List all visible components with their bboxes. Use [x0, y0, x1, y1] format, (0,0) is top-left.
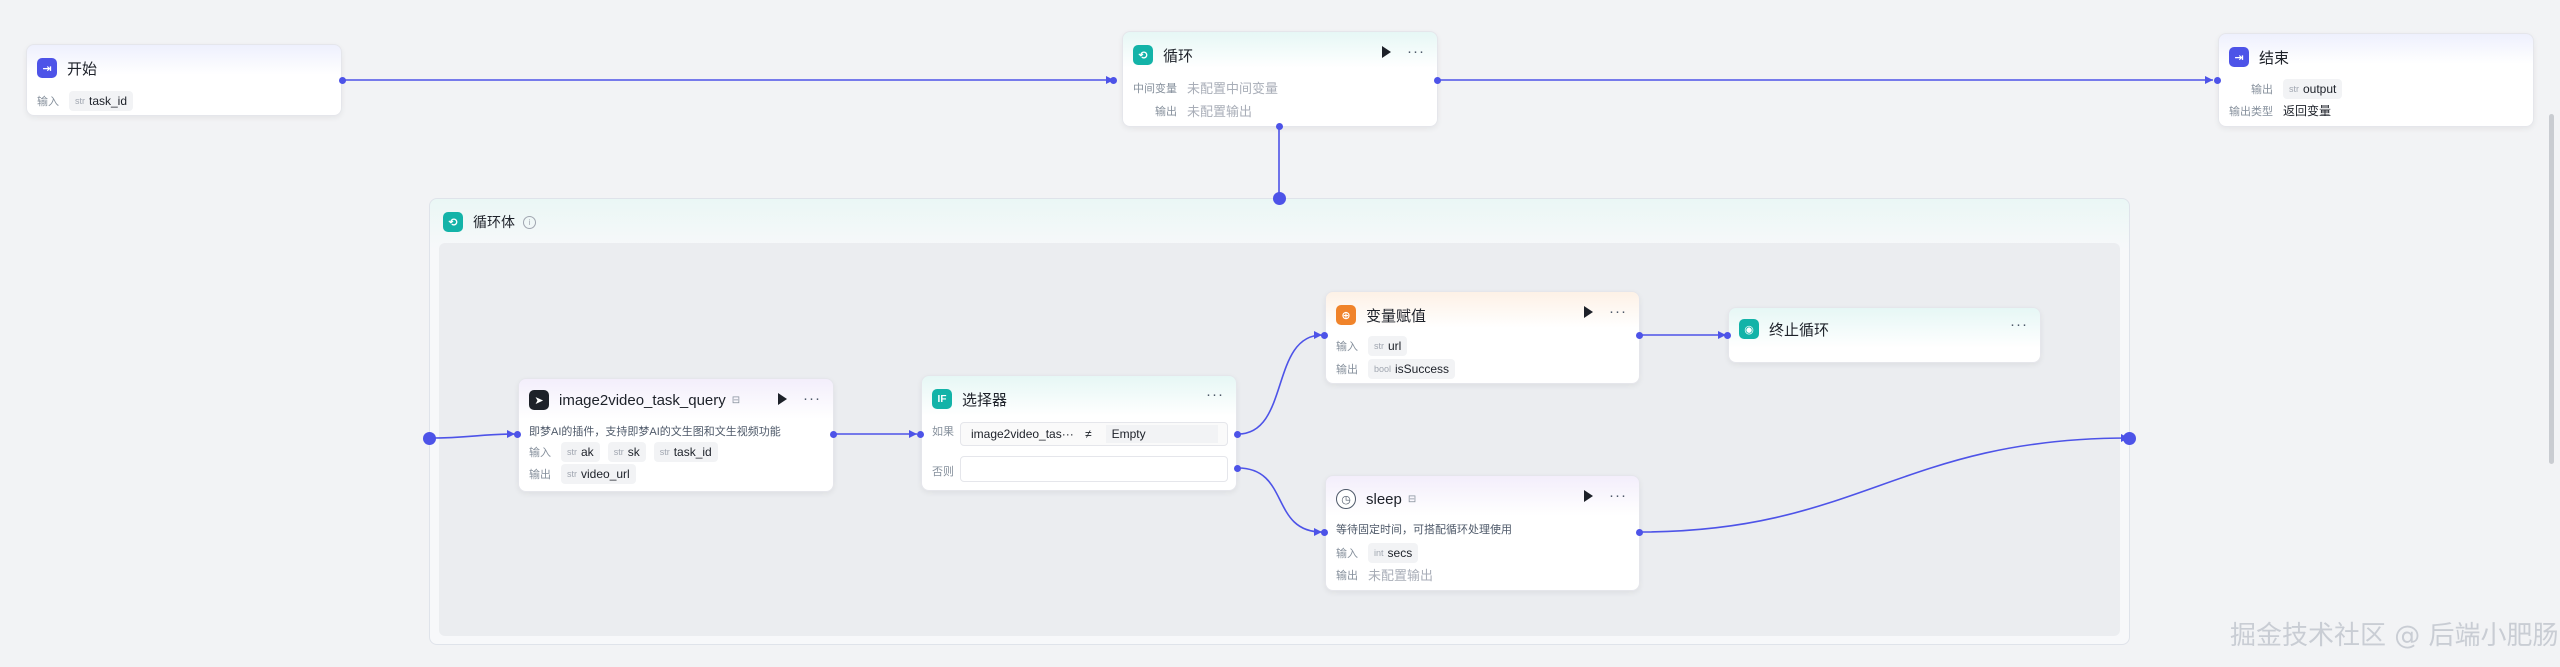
loop-output-label: 输出	[1155, 105, 1177, 118]
param-tag: str ak	[561, 442, 600, 462]
clock-icon: ◷	[1336, 489, 1356, 509]
watermark: 掘金技术社区 @ 后端小肥肠	[2230, 621, 2559, 651]
more-icon[interactable]: ···	[1407, 44, 1425, 59]
end-type-value: 返回变量	[2283, 104, 2332, 118]
param-tag: str url	[1368, 336, 1408, 356]
more-icon[interactable]: ···	[2010, 317, 2028, 332]
plugin-node[interactable]: ➤ image2video_task_query ⊟ ··· 即梦AI的插件，支…	[518, 378, 834, 492]
end-title: 结束	[2259, 49, 2290, 67]
param-tag: str sk	[607, 442, 646, 462]
sleep-output-value: 未配置输出	[1368, 568, 1434, 583]
scrollbar[interactable]	[2549, 114, 2554, 464]
arrowhead	[2205, 76, 2213, 84]
assign-node[interactable]: ⊕ 变量赋值 ··· 输入 str url 输出 bool isSuccess	[1325, 291, 1640, 384]
loop-body-entry-port[interactable]	[1273, 192, 1286, 205]
condition-left: image2video_tas···	[971, 427, 1074, 441]
more-icon[interactable]: ···	[803, 391, 821, 406]
plugin-title: image2video_task_query	[559, 391, 726, 409]
loop-node[interactable]: ⟲ 循环 ··· 中间变量 未配置中间变量 输出 未配置输出	[1122, 31, 1438, 127]
end-input-port[interactable]	[2214, 77, 2221, 84]
loop-var-value: 未配置中间变量	[1187, 81, 1279, 96]
sleep-desc: 等待固定时间，可搭配循环处理使用	[1336, 524, 1512, 536]
start-node[interactable]: ⇥ 开始 输入 str task_id	[26, 44, 342, 116]
run-icon[interactable]	[1584, 306, 1593, 318]
plugin-input-port[interactable]	[514, 431, 521, 438]
assign-title: 变量赋值	[1366, 307, 1427, 325]
run-icon[interactable]	[1584, 490, 1593, 502]
param-tag: int secs	[1368, 543, 1419, 563]
plugin-desc: 即梦AI的插件，支持即梦AI的文生图和文生视频功能	[529, 426, 781, 438]
start-input-label: 输入	[37, 96, 59, 108]
loop-input-port[interactable]	[1110, 77, 1117, 84]
version-icon[interactable]: ⊟	[1408, 494, 1416, 505]
loop-icon: ⟲	[1133, 45, 1153, 65]
param-tag: str video_url	[561, 464, 636, 484]
loop-body-left-port[interactable]	[423, 432, 436, 445]
end-type-label: 输出类型	[2229, 105, 2273, 118]
param-tag: str task_id	[69, 91, 134, 111]
condition-right: Empty	[1105, 425, 1218, 443]
condition-row[interactable]: image2video_tas··· ≠ Empty	[960, 422, 1228, 446]
assign-output-port[interactable]	[1636, 332, 1643, 339]
loop-body-icon: ⟲	[443, 212, 463, 232]
loop-output-value: 未配置输出	[1187, 104, 1253, 119]
sleep-title: sleep	[1366, 490, 1402, 508]
end-output-label: 输出	[2251, 84, 2273, 96]
start-icon: ⇥	[37, 58, 57, 78]
sleep-output-port[interactable]	[1636, 529, 1643, 536]
loop-output-port[interactable]	[1434, 77, 1441, 84]
selector-else-port[interactable]	[1234, 465, 1241, 472]
assign-icon: ⊕	[1336, 305, 1356, 325]
version-icon[interactable]: ⊟	[732, 395, 740, 406]
info-icon[interactable]: i	[523, 215, 536, 229]
assign-input-label: 输入	[1336, 341, 1358, 353]
selector-if-port[interactable]	[1234, 431, 1241, 438]
selector-input-port[interactable]	[917, 431, 924, 438]
loop-body-title: 循环体	[473, 214, 515, 230]
selector-icon: IF	[932, 389, 952, 409]
else-box[interactable]	[960, 456, 1228, 482]
sleep-input-port[interactable]	[1321, 529, 1328, 536]
loop-body-right-port[interactable]	[2123, 432, 2136, 445]
run-icon[interactable]	[1382, 46, 1391, 58]
more-icon[interactable]: ···	[1609, 304, 1627, 319]
selector-node[interactable]: IF 选择器 ··· 如果 image2video_tas··· ≠ Empty…	[921, 375, 1237, 491]
loop-body-port[interactable]	[1276, 123, 1283, 130]
selector-else-label: 否则	[932, 466, 954, 478]
param-tag: bool isSuccess	[1368, 359, 1456, 379]
run-icon[interactable]	[778, 393, 787, 405]
sleep-input-label: 输入	[1336, 548, 1358, 560]
terminate-input-port[interactable]	[1724, 332, 1731, 339]
sleep-node[interactable]: ◷ sleep ⊟ ··· 等待固定时间，可搭配循环处理使用 输入 int sec…	[1325, 475, 1640, 591]
start-title: 开始	[67, 60, 98, 78]
plugin-input-label: 输入	[529, 447, 551, 459]
assign-output-label: 输出	[1336, 364, 1358, 376]
terminate-node[interactable]: ◉ 终止循环 ···	[1728, 307, 2041, 363]
terminate-icon: ◉	[1739, 319, 1759, 339]
plugin-output-port[interactable]	[830, 431, 837, 438]
selector-title: 选择器	[962, 391, 1008, 409]
loop-var-label: 中间变量	[1133, 82, 1177, 95]
more-icon[interactable]: ···	[1206, 387, 1224, 402]
end-icon: ⇥	[2229, 47, 2249, 67]
condition-operator: ≠	[1085, 427, 1092, 441]
plugin-output-label: 输出	[529, 469, 551, 481]
terminate-title: 终止循环	[1769, 321, 1830, 339]
sleep-output-label: 输出	[1336, 569, 1358, 582]
param-tag: str output	[2283, 79, 2343, 99]
selector-if-label: 如果	[932, 426, 954, 438]
more-icon[interactable]: ···	[1609, 488, 1627, 503]
assign-input-port[interactable]	[1321, 332, 1328, 339]
plugin-icon: ➤	[529, 390, 549, 410]
start-output-port[interactable]	[339, 77, 346, 84]
end-node[interactable]: ⇥ 结束 输出 str output 输出类型 返回变量	[2218, 33, 2534, 127]
loop-title: 循环	[1163, 47, 1194, 65]
param-tag: str task_id	[653, 442, 718, 462]
